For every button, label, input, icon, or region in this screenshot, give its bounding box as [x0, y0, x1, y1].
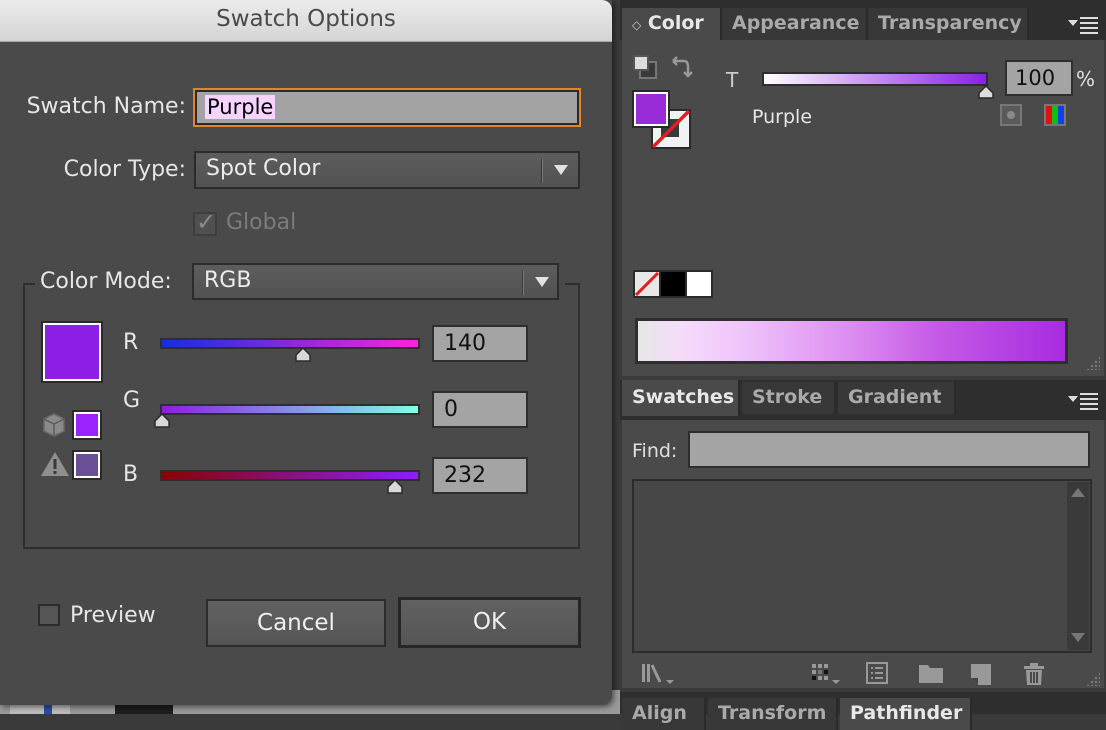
swatch-name-label: Swatch Name: — [26, 94, 186, 119]
channel-slider-thumb-r[interactable] — [294, 347, 312, 363]
collapse-arrows-icon: ◇ — [632, 18, 642, 32]
white-swatch[interactable] — [687, 272, 711, 296]
color-panel: ◇ Color Appearance Transparency T 100 % … — [620, 0, 1106, 378]
show-swatch-kinds-icon[interactable] — [810, 662, 846, 686]
tab-transparency[interactable]: Transparency — [868, 8, 1029, 40]
color-mode-label: Color Mode: — [40, 269, 172, 294]
swatch-options-dialog: Swatch Options Swatch Name: Purple Color… — [0, 0, 612, 705]
black-swatch[interactable] — [661, 272, 685, 296]
tint-slider-track[interactable] — [762, 72, 988, 86]
delete-swatch-icon[interactable] — [1023, 662, 1045, 686]
channel-label-r: R — [123, 330, 139, 355]
ok-button[interactable]: OK — [398, 597, 581, 648]
tint-percent-unit: % — [1076, 67, 1096, 91]
global-label: Global — [226, 210, 297, 235]
color-type-value: Spot Color — [206, 156, 321, 181]
web-safe-cube-icon[interactable] — [42, 412, 66, 438]
panel-menu-icon[interactable] — [1068, 14, 1102, 34]
preview-label: Preview — [70, 603, 156, 628]
swatches-scrollbar[interactable] — [1067, 482, 1089, 650]
channel-value-input-r[interactable]: 140 — [432, 325, 528, 362]
tab-transform[interactable]: Transform — [708, 698, 838, 730]
channel-slider-b[interactable] — [160, 470, 420, 481]
default-fill-stroke-icon[interactable] — [632, 54, 658, 80]
out-of-gamut-swatch[interactable] — [72, 450, 102, 480]
tab-pathfinder[interactable]: Pathfinder — [840, 698, 972, 730]
swatch-libraries-menu-icon[interactable] — [640, 662, 676, 686]
spot-color-icon[interactable] — [1000, 104, 1022, 126]
swatch-name-display: Purple — [752, 106, 813, 128]
process-color-rgb-icon[interactable] — [1044, 104, 1066, 126]
tab-align[interactable]: Align — [622, 698, 706, 730]
color-mode-dropdown[interactable]: RGB — [192, 263, 559, 300]
channel-slider-r[interactable] — [160, 338, 420, 349]
channel-value-input-g[interactable]: 0 — [432, 391, 528, 428]
swatches-list — [632, 479, 1092, 653]
chevron-down-icon — [554, 165, 568, 175]
tab-gradient[interactable]: Gradient — [838, 382, 956, 414]
find-label: Find: — [632, 440, 678, 462]
swatch-name-input[interactable]: Purple — [193, 88, 581, 127]
color-spectrum-bar[interactable] — [635, 318, 1068, 364]
panel-dock: ◇ Color Appearance Transparency T 100 % … — [620, 0, 1106, 730]
tab-appearance[interactable]: Appearance — [722, 8, 868, 40]
channel-label-g: G — [123, 388, 141, 413]
fill-stroke-indicator[interactable] — [632, 90, 694, 152]
new-swatch-icon[interactable] — [970, 662, 992, 686]
channel-slider-thumb-g[interactable] — [153, 413, 171, 429]
cancel-button[interactable]: Cancel — [206, 599, 386, 647]
tint-label: T — [726, 68, 739, 92]
tint-slider-thumb[interactable] — [977, 85, 995, 99]
swatch-options-icon[interactable] — [866, 662, 888, 684]
tab-stroke[interactable]: Stroke — [742, 382, 836, 414]
channel-slider-g[interactable] — [160, 404, 420, 415]
dialog-title: Swatch Options — [216, 6, 396, 32]
web-safe-color-swatch[interactable] — [72, 410, 102, 440]
tint-value-input[interactable]: 100 — [1005, 60, 1073, 96]
none-swatch[interactable] — [635, 272, 659, 296]
dialog-titlebar[interactable]: Swatch Options — [0, 0, 612, 42]
tab-swatches[interactable]: Swatches — [622, 380, 740, 416]
channel-slider-thumb-b[interactable] — [386, 479, 404, 495]
tab-color[interactable]: ◇ Color — [622, 8, 722, 40]
global-checkbox[interactable]: ✓ — [193, 208, 217, 236]
checkmark-icon: ✓ — [196, 208, 217, 236]
find-input[interactable] — [688, 431, 1090, 468]
chevron-down-icon — [535, 277, 549, 287]
out-of-gamut-warning-icon[interactable] — [40, 451, 70, 477]
channel-label-b: B — [123, 462, 139, 487]
preview-checkbox[interactable] — [38, 604, 60, 626]
scroll-down-icon[interactable] — [1071, 633, 1085, 642]
swap-fill-stroke-icon[interactable] — [670, 55, 694, 79]
color-type-label: Color Type: — [63, 157, 186, 182]
color-preview-swatch — [41, 321, 103, 383]
swatch-name-value: Purple — [205, 95, 276, 119]
panel-menu-icon[interactable] — [1068, 390, 1102, 410]
color-type-dropdown[interactable]: Spot Color — [194, 151, 580, 189]
scroll-up-icon[interactable] — [1071, 488, 1085, 497]
new-color-group-icon[interactable] — [918, 662, 944, 684]
color-mode-value: RGB — [204, 268, 252, 293]
channel-value-input-b[interactable]: 232 — [432, 457, 528, 494]
